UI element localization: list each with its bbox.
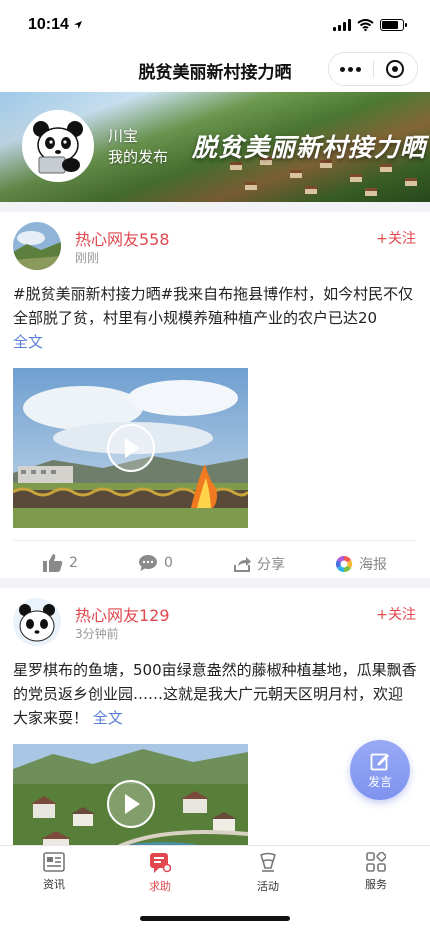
services-grid-icon	[366, 852, 386, 872]
tab-activity[interactable]: 活动	[238, 852, 298, 894]
share-icon	[234, 557, 251, 572]
share-button[interactable]: 分享	[233, 554, 285, 574]
tab-services[interactable]: 服务	[346, 852, 406, 892]
close-miniprogram-button[interactable]	[374, 53, 418, 85]
tab-news[interactable]: 资讯	[24, 852, 84, 892]
banner-user-info: 川宝 我的发布	[108, 126, 168, 168]
tab-label: 服务	[365, 878, 387, 891]
follow-button[interactable]: +关注	[376, 604, 416, 624]
panda-icon	[33, 121, 83, 174]
author-avatar[interactable]	[13, 222, 61, 270]
wifi-icon	[357, 19, 374, 31]
thumbs-up-icon	[43, 554, 63, 572]
target-circle-icon	[386, 60, 405, 78]
page-title: 脱贫美丽新村接力晒	[138, 62, 292, 83]
tab-help[interactable]: 求助	[130, 852, 190, 894]
banner-title: 脱贫美丽新村接力晒	[192, 133, 427, 162]
help-chat-icon	[150, 853, 171, 873]
section-divider	[0, 578, 430, 588]
like-count: 2	[69, 555, 78, 571]
post-body: #脱贫美丽新村接力晒#我来自布拖县博作村，如今村民不仅全部脱了贫，村里有小规模养…	[13, 285, 414, 327]
tab-label: 资讯	[43, 878, 65, 891]
comment-count: 0	[164, 555, 173, 571]
banner-user-avatar[interactable]	[22, 110, 94, 182]
post-body: 星罗棋布的鱼塘，500亩绿意盎然的藤椒种植基地，瓜果飘香的党员返乡创业园……这就…	[13, 661, 417, 727]
post-video[interactable]	[13, 368, 248, 528]
landscape-avatar-image	[13, 222, 61, 270]
play-icon[interactable]	[106, 424, 155, 472]
news-icon	[43, 852, 65, 872]
tab-label: 活动	[257, 880, 279, 893]
author-name[interactable]: 热心网友558	[75, 226, 170, 250]
poster-label: 海报	[359, 557, 387, 573]
miniprogram-capsule	[328, 52, 418, 86]
activity-icon	[260, 852, 276, 872]
status-time: 10:14	[28, 16, 69, 33]
post-compose-button[interactable]: 发言	[350, 740, 410, 800]
tab-label: 求助	[149, 880, 171, 893]
bottom-tab-bar: 资讯 求助 活动 服务	[0, 845, 430, 930]
nav-bar: 脱贫美丽新村接力晒	[0, 50, 430, 90]
play-icon[interactable]	[106, 780, 155, 828]
post-card: 热心网友129 3分钟前 +关注 星罗棋布的鱼塘，500亩绿意盎然的藤椒种植基地…	[0, 588, 430, 845]
follow-button[interactable]: +关注	[376, 228, 416, 248]
banner-user-name: 川宝	[108, 127, 139, 145]
post-video[interactable]	[13, 744, 248, 845]
post-text: #脱贫美丽新村接力晒#我来自布拖县博作村，如今村民不仅全部脱了贫，村里有小规模养…	[0, 282, 430, 354]
author-name[interactable]: 热心网友129	[75, 602, 170, 626]
section-divider	[0, 202, 430, 212]
panda-avatar-image	[13, 598, 61, 646]
share-label: 分享	[257, 557, 285, 573]
poster-button[interactable]: 海报	[335, 554, 387, 574]
post-time: 3分钟前	[75, 627, 119, 641]
more-dots-icon	[340, 66, 362, 72]
post-text: 星罗棋布的鱼塘，500亩绿意盎然的藤椒种植基地，瓜果飘香的党员返乡创业园……这就…	[0, 658, 430, 730]
post-time: 刚刚	[75, 251, 100, 265]
read-more-link[interactable]: 全文	[93, 709, 123, 727]
colorful-poster-icon	[335, 555, 353, 573]
compose-label: 发言	[367, 774, 392, 789]
author-avatar[interactable]	[13, 598, 61, 646]
like-button[interactable]: 2	[43, 554, 78, 572]
read-more-link[interactable]: 全文	[13, 333, 43, 351]
cellular-signal-icon	[333, 19, 351, 31]
location-arrow-icon	[73, 21, 82, 29]
post-card: 热心网友558 刚刚 +关注 #脱贫美丽新村接力晒#我来自布拖县博作村，如今村民…	[0, 212, 430, 578]
comment-bubble-icon	[139, 555, 157, 571]
battery-icon	[380, 19, 407, 31]
more-menu-button[interactable]	[329, 53, 373, 85]
comment-button[interactable]: 0	[138, 554, 173, 572]
home-indicator[interactable]	[140, 916, 290, 921]
topic-banner[interactable]: 川宝 我的发布 脱贫美丽新村接力晒	[0, 92, 430, 202]
status-bar: 10:14	[0, 0, 430, 50]
my-posts-link[interactable]: 我的发布	[108, 147, 168, 168]
edit-pencil-icon	[370, 753, 389, 770]
